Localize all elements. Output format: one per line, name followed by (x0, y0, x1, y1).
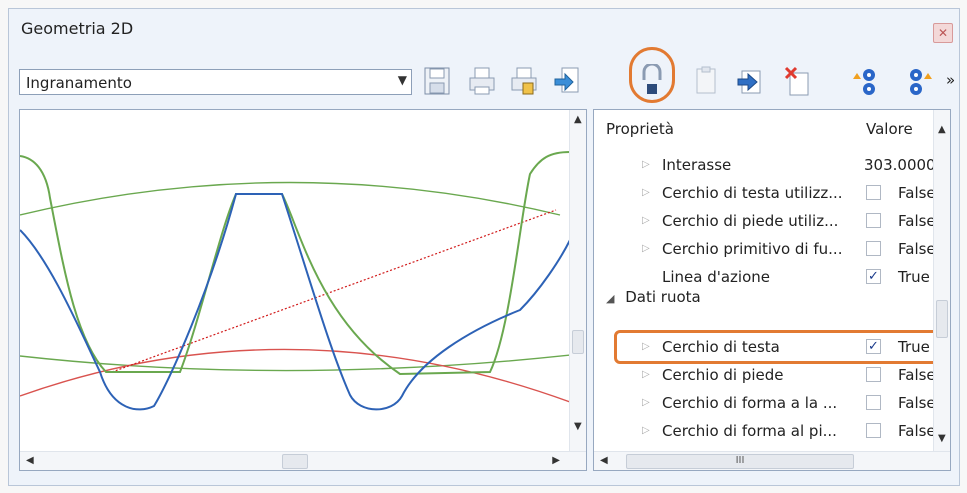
scroll-left-icon[interactable]: ◀ (600, 455, 608, 466)
property-name: Cerchio di forma a la ... (662, 394, 838, 412)
property-row[interactable]: ▷ Cerchio di piede False (594, 362, 936, 390)
settings-up-button[interactable] (849, 61, 885, 101)
checkbox[interactable]: ✓ (866, 269, 881, 284)
checkbox[interactable] (866, 367, 881, 382)
delete-icon (784, 66, 809, 96)
scroll-up-icon[interactable]: ▲ (938, 124, 946, 135)
property-name: Cerchio di forma al pi... (662, 422, 837, 440)
scroll-down-icon[interactable]: ▼ (938, 433, 946, 444)
view-select-value: Ingranamento (26, 74, 132, 92)
checkbox[interactable] (866, 423, 881, 438)
gear-graphics-view[interactable]: ▲ ▼ ◀ ▶ (19, 109, 587, 471)
checkbox[interactable] (866, 185, 881, 200)
expand-icon[interactable]: ▷ (642, 159, 650, 170)
print-preview-button[interactable] (506, 61, 542, 101)
paste-icon (696, 66, 716, 94)
property-value: False (898, 422, 936, 440)
group-dati-ruota[interactable]: ◢ Dati ruota (606, 288, 701, 306)
toolbar: Ingranamento ▼ » (9, 47, 959, 107)
properties-grid: Proprietà Valore ▷ Interasse 303.0000 ▷ … (593, 109, 951, 471)
expand-icon[interactable]: ▷ (642, 215, 650, 226)
property-value: False (898, 184, 936, 202)
property-value: False (898, 240, 936, 258)
graph-vscroll-thumb[interactable] (572, 330, 584, 354)
graph-horizontal-scrollbar[interactable]: ◀ ▶ (20, 451, 586, 470)
toolbar-overflow-button[interactable]: » (946, 71, 955, 89)
property-row[interactable]: ▷ Cerchio di forma al pi... False (594, 418, 936, 446)
add-icon (737, 70, 761, 94)
property-name: Cerchio di piede utiliz... (662, 212, 839, 230)
expand-icon[interactable]: ▷ (642, 425, 650, 436)
property-name: Linea d'azione (662, 268, 771, 286)
property-row[interactable]: ▷ Cerchio di testa utilizz... False (594, 180, 936, 208)
save-icon (424, 67, 450, 95)
properties-vscroll-thumb[interactable] (936, 300, 948, 338)
property-row[interactable]: ▷ Cerchio primitivo di fu... False (594, 236, 936, 264)
title-bar: Geometria 2D ✕ (9, 9, 959, 45)
checkbox[interactable] (866, 213, 881, 228)
export-button[interactable] (549, 61, 585, 101)
checkbox[interactable] (866, 395, 881, 410)
property-name: Cerchio di piede (662, 366, 784, 384)
close-icon: ✕ (937, 26, 949, 40)
lock-highlight-oval (629, 47, 675, 103)
property-row[interactable]: ▷ Cerchio di forma a la ... False (594, 390, 936, 418)
checkbox[interactable] (866, 241, 881, 256)
paste-button[interactable] (689, 61, 725, 101)
properties-vertical-scrollbar[interactable]: ▲ ▼ (933, 110, 950, 454)
header-property: Proprietà (606, 120, 674, 138)
graph-hscroll-thumb[interactable] (282, 454, 308, 469)
save-button[interactable] (419, 61, 455, 101)
group-label: Dati ruota (625, 288, 701, 306)
print-button[interactable] (464, 61, 500, 101)
row-highlight-box (614, 330, 950, 364)
window-title: Geometria 2D (21, 19, 134, 38)
print-preview-icon (511, 67, 537, 95)
settings-up-icon (853, 69, 875, 95)
property-value: False (898, 366, 936, 384)
header-value: Valore (866, 120, 913, 138)
expand-icon[interactable]: ▷ (642, 397, 650, 408)
property-name: Cerchio di testa utilizz... (662, 184, 843, 202)
scroll-right-icon[interactable]: ▶ (552, 455, 560, 466)
chevron-down-icon[interactable]: ▼ (398, 73, 407, 87)
red-circle (20, 348, 570, 403)
property-value: False (898, 394, 936, 412)
scroll-left-icon[interactable]: ◀ (26, 455, 34, 466)
properties-hscroll-thumb[interactable]: III (626, 454, 854, 469)
export-icon (554, 67, 579, 93)
print-icon (469, 67, 495, 95)
expand-icon[interactable]: ▷ (642, 243, 650, 254)
gear-profile-green (20, 151, 570, 376)
scroll-up-icon[interactable]: ▲ (574, 114, 582, 125)
add-button[interactable] (733, 61, 769, 101)
property-value: True (898, 268, 930, 286)
property-name: Cerchio primitivo di fu... (662, 240, 843, 258)
property-value[interactable]: 303.0000 (864, 156, 936, 174)
property-value: False (898, 212, 936, 230)
graph-vertical-scrollbar[interactable]: ▲ ▼ (569, 110, 586, 454)
geometria-2d-window: Geometria 2D ✕ Ingranamento ▼ » ▲ ▼ ◀ ▶ … (8, 8, 960, 486)
settings-export-icon (910, 69, 932, 95)
close-button[interactable]: ✕ (933, 23, 953, 43)
collapse-icon[interactable]: ◢ (606, 292, 614, 305)
gear-drawing (20, 151, 570, 411)
property-row-interasse[interactable]: ▷ Interasse 303.0000 (594, 152, 936, 180)
expand-icon[interactable]: ▷ (642, 369, 650, 380)
action-line (111, 209, 557, 373)
delete-button[interactable] (779, 61, 815, 101)
view-select[interactable]: Ingranamento ▼ (19, 69, 412, 95)
settings-export-button[interactable] (902, 61, 938, 101)
property-name: Interasse (662, 156, 732, 174)
scroll-down-icon[interactable]: ▼ (574, 421, 582, 432)
property-row[interactable]: ▷ Cerchio di piede utiliz... False (594, 208, 936, 236)
properties-horizontal-scrollbar[interactable]: ◀ III ▶ (594, 451, 950, 470)
expand-icon[interactable]: ▷ (642, 187, 650, 198)
